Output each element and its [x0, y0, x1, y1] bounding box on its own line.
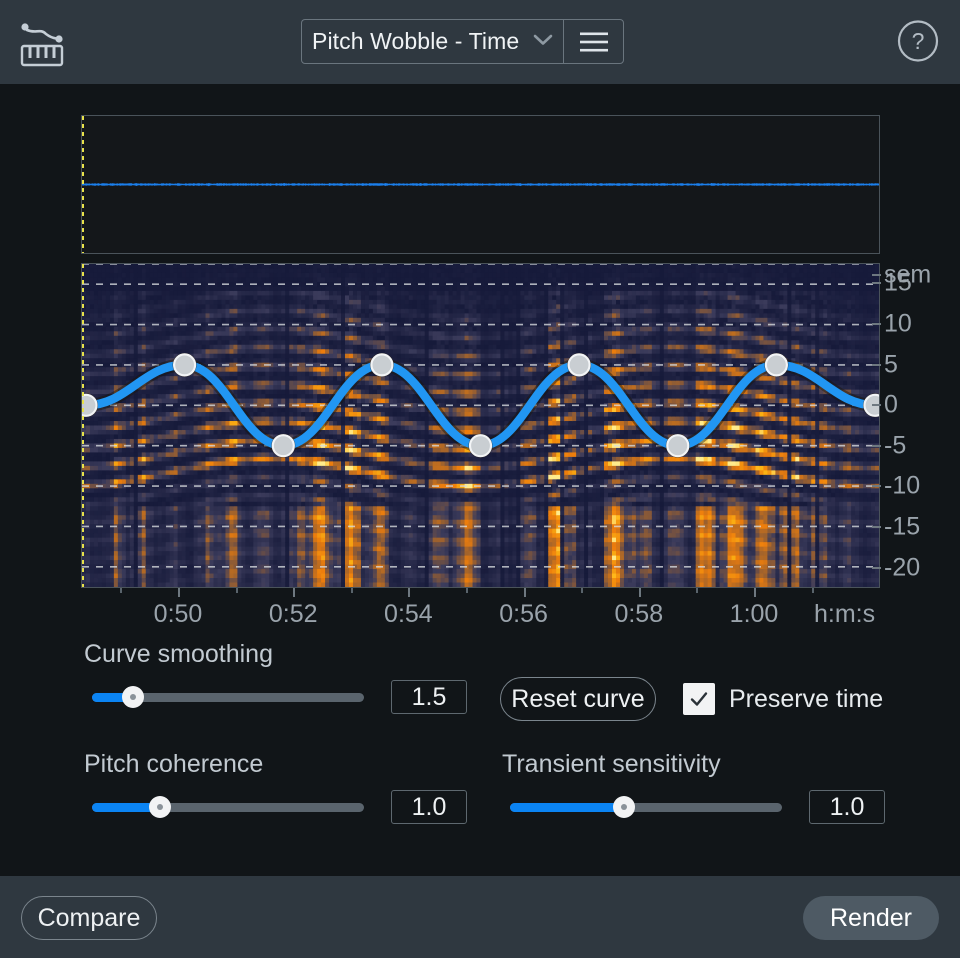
- time-tick: [178, 588, 180, 597]
- reset-curve-button[interactable]: Reset curve: [500, 677, 656, 721]
- time-tick-minor: [811, 588, 814, 593]
- pitch-curve-keyboard-logo-icon: [16, 16, 68, 68]
- pitch-coherence-slider[interactable]: [92, 796, 364, 818]
- time-tick-minor: [120, 588, 123, 593]
- chevron-down-icon[interactable]: [533, 33, 553, 51]
- curve-smoothing-value[interactable]: 1.5: [391, 680, 467, 714]
- time-tick-minor: [350, 588, 353, 593]
- slider-knob[interactable]: [149, 796, 171, 818]
- slider-fill: [510, 803, 625, 812]
- axis-tick: [872, 282, 881, 285]
- pitch-coherence-label: Pitch coherence: [84, 750, 264, 778]
- time-tick-minor: [581, 588, 584, 593]
- semitone-tick-label: -10: [884, 471, 921, 500]
- axis-tick: [872, 485, 881, 488]
- checkbox-box[interactable]: [683, 683, 715, 715]
- time-tick-minor: [235, 588, 238, 593]
- semitone-tick-label: -20: [884, 553, 921, 582]
- transient-sensitivity-label: Transient sensitivity: [502, 750, 721, 778]
- preset-title: Pitch Wobble - Time I: [312, 28, 527, 54]
- axis-tick: [872, 444, 881, 447]
- axis-tick: [872, 363, 881, 366]
- playhead-spectrogram[interactable]: [82, 264, 84, 587]
- preset-selector[interactable]: Pitch Wobble - Time I: [302, 20, 563, 63]
- time-tick: [523, 588, 526, 597]
- axis-tick: [872, 404, 881, 407]
- axis-tick: [872, 322, 881, 325]
- time-unit-label: h:m:s: [814, 600, 876, 628]
- audio-waveform[interactable]: [81, 115, 880, 254]
- time-tick-label: 0:58: [614, 600, 664, 628]
- plugin-window: Pitch Wobble - Time I ? sem 15 10 5 0 -5…: [0, 0, 960, 958]
- time-axis: 0:50 0:52 0:54 0:56 0:58 1:00 h:m:s: [0, 588, 960, 632]
- axis-tick: [872, 566, 881, 569]
- editor-area: sem 15 10 5 0 -5 -10 -15 -20 0:50 0:52 0:54 0:56 0:5…: [0, 84, 960, 876]
- pitch-spectrogram[interactable]: [81, 263, 880, 588]
- semitone-tick-label: 5: [884, 350, 898, 379]
- axis-tick: [872, 274, 881, 276]
- render-button[interactable]: Render: [803, 896, 939, 940]
- time-tick: [754, 588, 756, 597]
- semitone-tick-label: -5: [884, 431, 907, 460]
- spectrogram-canvas: [82, 264, 879, 587]
- semitone-tick-label: 0: [884, 390, 898, 419]
- semitone-axis: sem 15 10 5 0 -5 -10 -15 -20: [872, 261, 960, 588]
- transient-sensitivity-value[interactable]: 1.0: [809, 790, 885, 824]
- time-tick-label: 0:50: [153, 600, 203, 628]
- curve-smoothing-slider[interactable]: [92, 686, 364, 708]
- time-tick-label: 0:52: [268, 600, 318, 628]
- semitone-tick-label: 15: [884, 268, 912, 297]
- playhead-waveform[interactable]: [82, 116, 84, 253]
- time-tick: [638, 588, 641, 597]
- waveform-canvas: [82, 116, 879, 253]
- semitone-tick-label: -15: [884, 512, 921, 541]
- semitone-tick-label: 10: [884, 309, 912, 338]
- compare-button[interactable]: Compare: [21, 896, 157, 940]
- pitch-coherence-value[interactable]: 1.0: [391, 790, 467, 824]
- footer-bar: Compare Render: [0, 876, 960, 958]
- axis-tick: [872, 526, 881, 529]
- preserve-time-checkbox[interactable]: Preserve time: [683, 683, 883, 715]
- time-tick-label: 1:00: [729, 600, 779, 628]
- slider-knob[interactable]: [613, 796, 636, 818]
- preset-title-group: Pitch Wobble - Time I: [301, 19, 624, 64]
- time-tick-minor: [466, 588, 468, 593]
- time-tick-label: 0:56: [499, 600, 548, 628]
- slider-knob[interactable]: [121, 686, 144, 708]
- curve-smoothing-label: Curve smoothing: [84, 640, 273, 668]
- preserve-time-label: Preserve time: [729, 684, 884, 713]
- time-tick: [408, 588, 411, 597]
- hamburger-menu-icon[interactable]: [563, 20, 623, 63]
- header-bar: Pitch Wobble - Time I ?: [0, 0, 960, 84]
- time-tick-minor: [696, 588, 699, 593]
- help-question-icon[interactable]: ?: [897, 20, 939, 62]
- check-icon: [690, 692, 708, 706]
- time-tick: [293, 588, 296, 597]
- svg-text:?: ?: [912, 28, 925, 54]
- time-tick-label: 0:54: [384, 600, 433, 628]
- transient-sensitivity-slider[interactable]: [510, 796, 782, 818]
